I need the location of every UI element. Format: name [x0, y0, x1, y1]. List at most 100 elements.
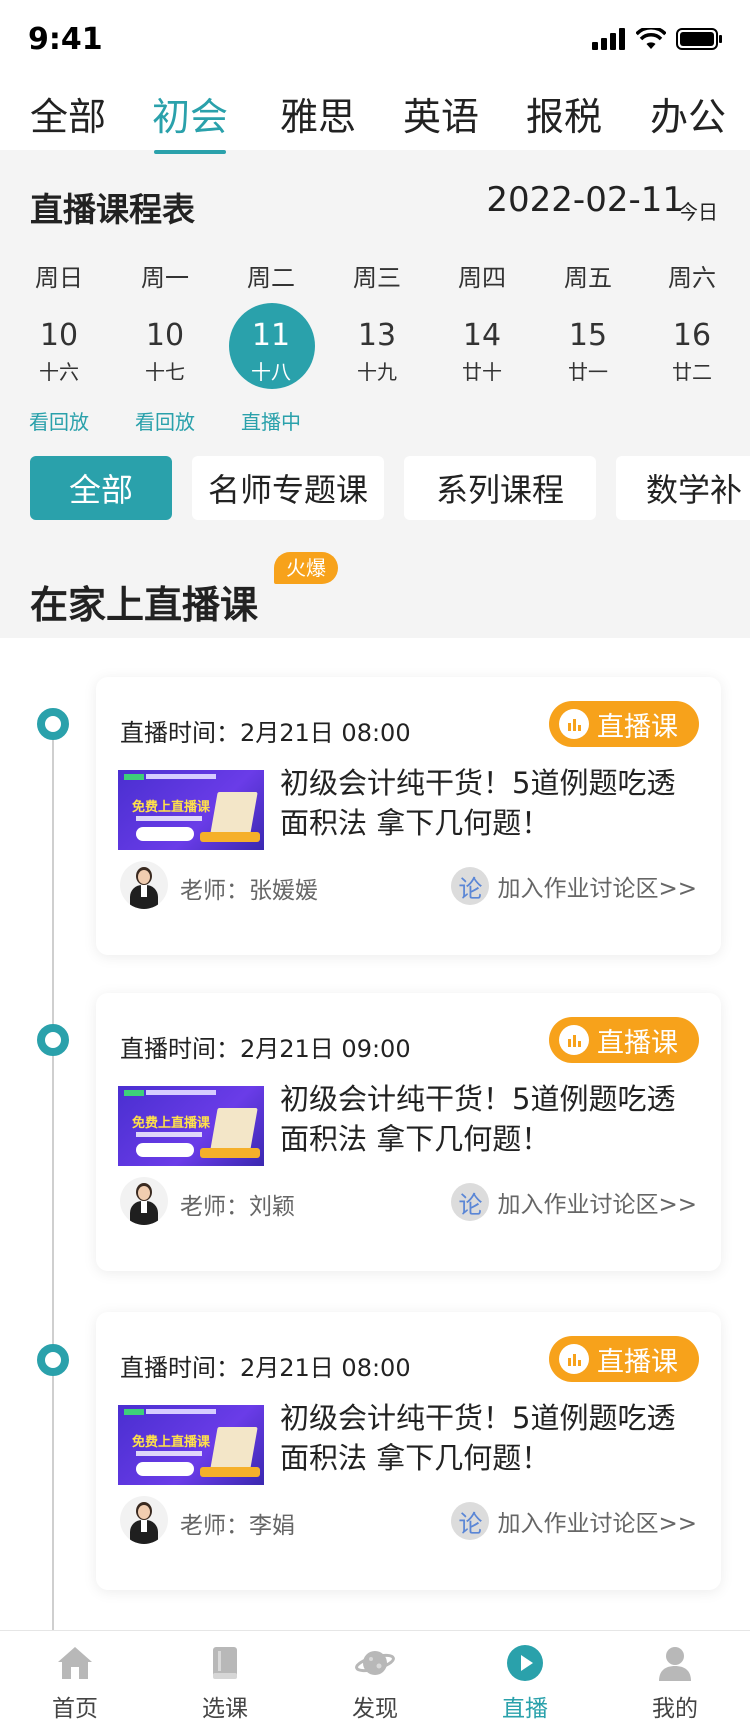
timeline-dot	[37, 708, 69, 740]
course-card[interactable]: 直播时间：2月21日 08:00 直播课 免费上直播课 初级会计纯干货！5道例题…	[96, 677, 721, 955]
nav-profile[interactable]: 我的	[600, 1631, 750, 1725]
day-number: 14	[462, 318, 502, 353]
day-lunar: 廿十	[462, 360, 502, 384]
course-thumbnail[interactable]: 免费上直播课	[118, 1405, 264, 1485]
day-number: 15	[568, 318, 608, 353]
join-discussion-link[interactable]: 论 加入作业讨论区>>	[451, 1183, 697, 1221]
battery-icon	[676, 28, 722, 50]
tab-english[interactable]: 英语	[403, 86, 479, 141]
section-title: 在家上直播课	[30, 583, 259, 627]
course-time: 直播时间：2月21日 09:00	[120, 1035, 411, 1063]
category-tabs: 全部 初会 雅思 英语 报税 办公	[0, 84, 750, 150]
tab-indicator	[154, 150, 226, 154]
filter-chip-math[interactable]: 数学补	[616, 456, 750, 520]
home-icon	[58, 1647, 92, 1679]
status-icons	[592, 28, 722, 50]
join-discussion-link[interactable]: 论 加入作业讨论区>>	[451, 1502, 697, 1540]
nav-live[interactable]: 直播	[450, 1631, 600, 1725]
teacher-name: 老师：李娟	[180, 1513, 295, 1539]
join-discussion-link[interactable]: 论 加入作业讨论区>>	[451, 867, 697, 905]
tab-junior-accounting[interactable]: 初会	[152, 86, 228, 141]
live-course-badge: 直播课	[549, 701, 699, 747]
day-friday[interactable]: 周五 15 廿一	[538, 258, 638, 458]
day-monday[interactable]: 周一 10 十七 看回放	[115, 258, 215, 458]
day-tuesday[interactable]: 周二 11 十八 直播中	[221, 258, 321, 458]
live-bars-icon	[559, 1025, 589, 1055]
day-status-replay[interactable]: 看回放	[9, 406, 109, 435]
discussion-label: 加入作业讨论区>>	[497, 876, 697, 902]
user-icon	[659, 1647, 691, 1681]
nav-discover-label: 发现	[352, 1696, 398, 1722]
timeline-dot	[37, 1344, 69, 1376]
filter-chip-featured[interactable]: 名师专题课	[192, 456, 384, 520]
teacher-name: 老师：刘颖	[180, 1194, 295, 1220]
discussion-label: 加入作业讨论区>>	[497, 1511, 697, 1537]
schedule-section: 直播课程表 2022-02-11 今日 周日 10 十六 看回放 周一 10 十…	[0, 128, 750, 638]
live-badge-label: 直播课	[597, 1027, 678, 1059]
day-lunar: 十九	[357, 360, 397, 384]
today-label[interactable]: 今日	[678, 196, 718, 225]
day-weekday: 周一	[141, 264, 189, 292]
thumbnail-text: 免费上直播课	[132, 1116, 211, 1131]
play-icon	[507, 1645, 543, 1681]
day-weekday: 周六	[668, 264, 716, 292]
filter-chips: 全部 名师专题课 系列课程 数学补	[0, 456, 750, 526]
nav-courses[interactable]: 选课	[150, 1631, 300, 1725]
tab-office[interactable]: 办公	[650, 86, 726, 141]
tab-all[interactable]: 全部	[30, 86, 106, 141]
filter-chip-series[interactable]: 系列课程	[404, 456, 596, 520]
course-thumbnail[interactable]: 免费上直播课	[118, 770, 264, 850]
planet-icon	[355, 1651, 395, 1675]
discussion-icon: 论	[451, 1502, 490, 1540]
day-number: 11	[251, 318, 291, 353]
week-row: 周日 10 十六 看回放 周一 10 十七 看回放 周二 11 十八 直播中 周…	[0, 258, 750, 458]
course-card[interactable]: 直播时间：2月21日 08:00 直播课 免费上直播课 初级会计纯干货！5道例题…	[96, 1312, 721, 1590]
nav-home[interactable]: 首页	[0, 1631, 150, 1725]
day-sunday[interactable]: 周日 10 十六 看回放	[9, 258, 109, 458]
course-thumbnail[interactable]: 免费上直播课	[118, 1086, 264, 1166]
day-status-live[interactable]: 直播中	[221, 406, 321, 435]
teacher-avatar	[120, 1496, 168, 1544]
timeline-line	[52, 720, 54, 1640]
book-icon	[213, 1647, 237, 1679]
day-lunar: 廿一	[568, 360, 608, 384]
live-course-badge: 直播课	[549, 1017, 699, 1063]
course-title[interactable]: 初级会计纯干货！5道例题吃透面积法 拿下几何题！	[280, 1398, 700, 1478]
hot-badge: 火爆	[274, 552, 338, 584]
nav-courses-label: 选课	[202, 1696, 248, 1722]
schedule-date: 2022-02-11	[486, 180, 684, 220]
bottom-nav: 首页 选课 发现 直播 我的	[0, 1630, 750, 1725]
day-lunar: 十七	[145, 360, 185, 384]
course-title[interactable]: 初级会计纯干货！5道例题吃透面积法 拿下几何题！	[280, 1079, 700, 1159]
day-lunar: 十八	[251, 360, 291, 384]
day-thursday[interactable]: 周四 14 廿十	[432, 258, 532, 458]
course-card[interactable]: 直播时间：2月21日 09:00 直播课 免费上直播课 初级会计纯干货！5道例题…	[96, 993, 721, 1271]
nav-discover[interactable]: 发现	[300, 1631, 450, 1725]
course-time: 直播时间：2月21日 08:00	[120, 719, 411, 747]
day-lunar: 十六	[39, 360, 79, 384]
discussion-icon: 论	[451, 867, 490, 905]
thumbnail-text: 免费上直播课	[132, 1435, 211, 1450]
day-number: 13	[357, 318, 397, 353]
day-status-replay[interactable]: 看回放	[115, 406, 215, 435]
teacher-avatar	[120, 861, 168, 909]
status-bar: 9:41	[0, 0, 750, 84]
live-bars-icon	[559, 1344, 589, 1374]
day-weekday: 周二	[247, 264, 295, 292]
filter-chip-all[interactable]: 全部	[30, 456, 172, 520]
tab-ielts[interactable]: 雅思	[280, 86, 356, 141]
day-wednesday[interactable]: 周三 13 十九	[327, 258, 427, 458]
live-badge-label: 直播课	[597, 1346, 678, 1378]
discussion-label: 加入作业讨论区>>	[497, 1192, 697, 1218]
day-weekday: 周日	[35, 264, 83, 292]
day-saturday[interactable]: 周六 16 廿二	[642, 258, 742, 458]
day-weekday: 周四	[458, 264, 506, 292]
day-lunar: 廿二	[672, 360, 712, 384]
teacher-avatar	[120, 1177, 168, 1225]
course-title[interactable]: 初级会计纯干货！5道例题吃透面积法 拿下几何题！	[280, 763, 700, 843]
live-bars-icon	[559, 709, 589, 739]
timeline-dot	[37, 1024, 69, 1056]
nav-home-label: 首页	[52, 1696, 98, 1722]
wifi-icon	[636, 28, 666, 49]
tab-tax[interactable]: 报税	[526, 86, 602, 141]
